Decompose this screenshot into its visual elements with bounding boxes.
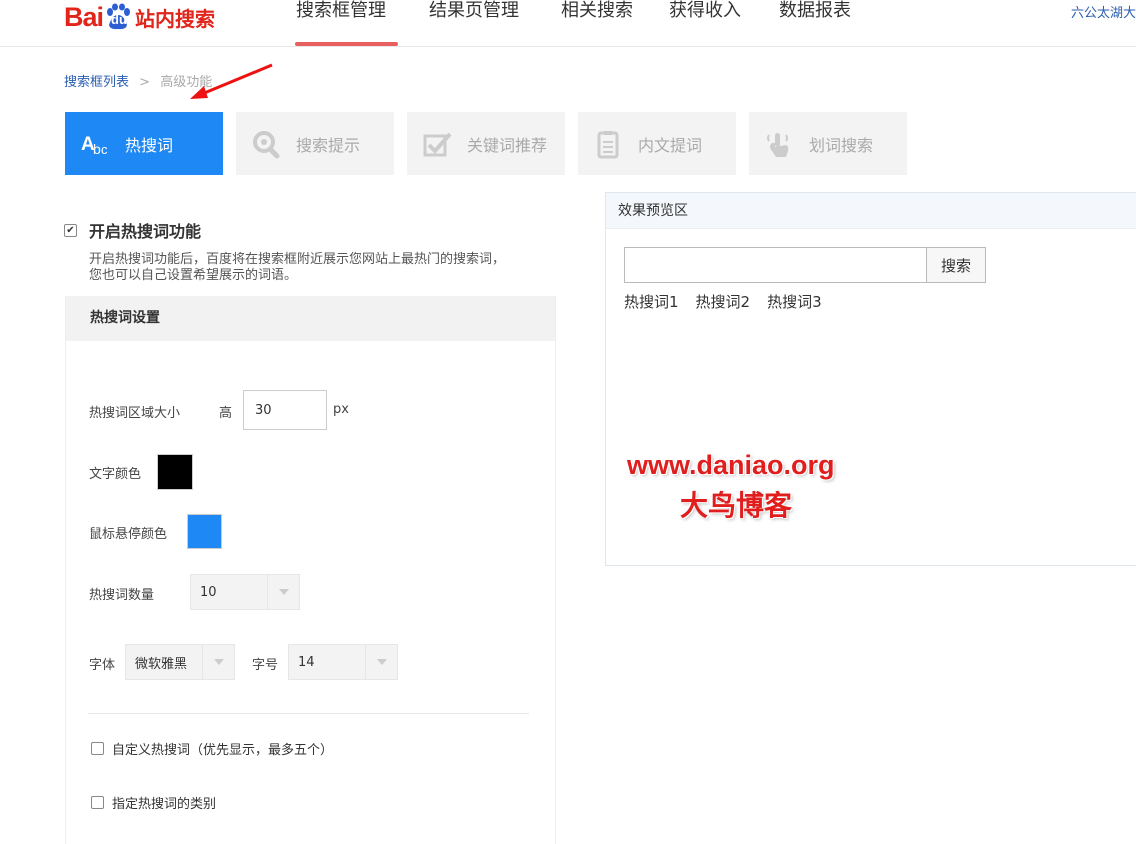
hover-color-label: 鼠标悬停颜色 <box>89 527 168 542</box>
count-label: 热搜词数量 <box>89 588 155 603</box>
tab-search-suggest[interactable]: 搜索提示 <box>236 112 394 175</box>
nav-result-page-manage[interactable]: 结果页管理 <box>413 0 545 46</box>
font-size-label: 字号 <box>252 658 279 673</box>
description-line-1: 开启热搜词功能后，百度将在搜索框附近展示您网站上最热门的搜索词， <box>89 252 506 267</box>
preview-search-input[interactable] <box>624 247 927 283</box>
tab-inline-words[interactable]: 内文提词 <box>578 112 736 175</box>
count-select-value: 10 <box>200 584 217 600</box>
font-size-select[interactable]: 14 <box>288 644 398 680</box>
checkbox-icon <box>421 128 453 160</box>
svg-text:b: b <box>93 141 101 157</box>
preview-search-button[interactable]: 搜索 <box>926 247 986 283</box>
preview-hot-words: 热搜词1 热搜词2 热搜词3 <box>624 291 839 312</box>
category-option: 指定热搜词的类别 <box>91 793 216 812</box>
settings-divider <box>88 713 529 714</box>
font-select[interactable]: 微软雅黑 <box>125 644 235 680</box>
tab-hot-words[interactable]: A b c 热搜词 <box>65 112 223 175</box>
top-navbar: Bai du 站内搜索 搜索框管理 结果页管理 相关搜索 获得收入 数据报表 六… <box>0 0 1136 47</box>
baidu-logo[interactable]: Bai du 站内搜索 <box>64 0 215 34</box>
text-color-swatch[interactable] <box>157 454 193 490</box>
user-account-link[interactable]: 六公太湖大 <box>1071 2 1136 21</box>
paw-icon: du <box>104 3 132 31</box>
nav-search-box-manage[interactable]: 搜索框管理 <box>280 0 413 46</box>
font-select-value: 微软雅黑 <box>135 656 188 672</box>
svg-text:c: c <box>101 142 108 157</box>
font-label: 字体 <box>89 658 116 673</box>
chevron-down-icon <box>202 645 234 679</box>
tab-select-search-label: 划词搜索 <box>809 135 874 155</box>
category-label: 指定热搜词的类别 <box>112 797 217 812</box>
height-unit: px <box>333 402 349 417</box>
height-input[interactable]: 30 <box>243 390 327 430</box>
description-line-2: 您也可以自己设置希望展示的词语。 <box>89 268 298 283</box>
main-nav: 搜索框管理 结果页管理 相关搜索 获得收入 数据报表 <box>280 0 867 46</box>
count-select[interactable]: 10 <box>190 574 300 610</box>
red-annotation-arrow-icon <box>190 63 273 99</box>
hot-words-settings-panel: 热搜词设置 <box>65 296 556 844</box>
preview-hot-word[interactable]: 热搜词2 <box>696 291 751 312</box>
watermark-name: 大鸟博客 <box>680 489 793 522</box>
feature-tabs: A b c 热搜词 搜索提示 关键词推荐 内文提词 划词搜索 <box>65 112 920 175</box>
settings-header: 热搜词设置 <box>66 296 555 341</box>
nav-data-reports[interactable]: 数据报表 <box>763 0 867 46</box>
chevron-down-icon <box>365 645 397 679</box>
preview-header: 效果预览区 <box>606 193 1136 229</box>
height-label: 高 <box>219 406 233 421</box>
preview-hot-word[interactable]: 热搜词1 <box>624 291 679 312</box>
area-size-label: 热搜词区域大小 <box>89 406 181 421</box>
logo-bai-text: Bai <box>64 1 104 32</box>
custom-words-checkbox[interactable] <box>91 742 104 755</box>
hover-color-swatch[interactable] <box>187 514 222 549</box>
category-checkbox[interactable] <box>91 796 104 809</box>
pointer-hand-icon <box>763 128 795 160</box>
tab-hot-words-label: 热搜词 <box>125 135 174 155</box>
custom-words-option: 自定义热搜词（优先显示，最多五个） <box>91 739 333 758</box>
tab-select-search[interactable]: 划词搜索 <box>749 112 907 175</box>
nav-related-search[interactable]: 相关搜索 <box>545 0 653 46</box>
enable-hot-words-description: 开启热搜词功能后，百度将在搜索框附近展示您网站上最热门的搜索词， 您也可以自己设… <box>89 252 559 284</box>
logo-product-name: 站内搜索 <box>135 6 216 31</box>
abc-text-icon: A b c <box>79 128 111 160</box>
tab-keyword-recommend[interactable]: 关键词推荐 <box>407 112 565 175</box>
custom-words-label: 自定义热搜词（优先显示，最多五个） <box>112 743 334 758</box>
font-size-select-value: 14 <box>298 654 315 670</box>
breadcrumb-separator: > <box>139 75 151 90</box>
enable-hot-words-checkbox[interactable]: ✔ <box>64 223 77 237</box>
search-icon <box>250 128 282 160</box>
breadcrumb-parent-link[interactable]: 搜索框列表 <box>64 75 129 90</box>
enable-hot-words-title: 开启热搜词功能 <box>89 222 202 241</box>
chevron-down-icon <box>267 575 299 609</box>
preview-hot-word[interactable]: 热搜词3 <box>767 291 822 312</box>
logo-du-text: du <box>111 12 127 27</box>
text-color-label: 文字颜色 <box>89 467 142 482</box>
document-icon <box>592 128 624 160</box>
enable-hot-words-row: ✔ 开启热搜词功能 <box>64 218 201 242</box>
tab-inline-words-label: 内文提词 <box>638 135 703 155</box>
watermark-url: www.daniao.org <box>627 450 835 480</box>
nav-earn-income[interactable]: 获得收入 <box>653 0 763 46</box>
tab-keyword-recommend-label: 关键词推荐 <box>467 135 548 155</box>
tab-search-suggest-label: 搜索提示 <box>296 135 361 155</box>
